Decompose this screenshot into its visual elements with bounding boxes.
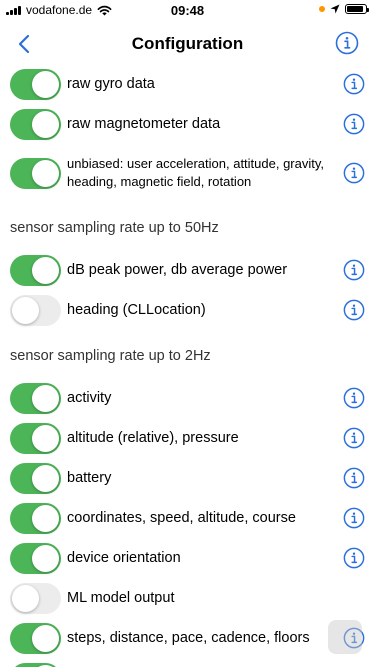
toggle-knob (12, 585, 39, 612)
toggle-knob (12, 297, 39, 324)
settings-row-heading: heading (CLLocation) (0, 290, 375, 330)
info-circle-icon (335, 31, 359, 55)
battery-icon (345, 4, 369, 14)
settings-row-coordinates: coordinates, speed, altitude, course (0, 498, 375, 538)
row-label: device orientation (67, 550, 181, 566)
toggle-switch[interactable] (10, 158, 61, 189)
info-circle-icon[interactable] (343, 113, 365, 135)
row-label: raw gyro data (67, 76, 155, 92)
toggle-knob (32, 465, 59, 492)
row-label: steps, distance, pace, cadence, floors (67, 630, 310, 646)
toggle-knob (32, 425, 59, 452)
toggle-knob (32, 625, 59, 652)
toggle-knob (32, 385, 59, 412)
row-label: heading (CLLocation) (67, 302, 206, 318)
row-label: dB peak power, db average power (67, 262, 288, 278)
settings-row-device-orientation: device orientation (0, 538, 375, 578)
toggle-switch[interactable] (10, 623, 61, 654)
toggle-knob (32, 257, 59, 284)
toggle-switch[interactable] (10, 503, 61, 534)
settings-list[interactable]: raw gyro data raw magnetometer data unbi… (0, 64, 375, 667)
toggle-switch[interactable] (10, 463, 61, 494)
settings-row-ml-model: ML model output (0, 578, 375, 618)
toggle-knob (32, 71, 59, 98)
toggle-switch[interactable] (10, 255, 61, 286)
info-circle-icon[interactable] (343, 162, 365, 184)
overlay-button[interactable] (328, 620, 362, 654)
settings-row-raw-magnetometer: raw magnetometer data (0, 104, 375, 144)
toggle-switch[interactable] (10, 109, 61, 140)
toggle-switch[interactable] (10, 383, 61, 414)
toggle-switch[interactable] (10, 295, 61, 326)
settings-row-activity: activity (0, 378, 375, 418)
toggle-switch[interactable] (10, 423, 61, 454)
toggle-knob (32, 111, 59, 138)
row-label: unbiased: user acceleration, attitude, g… (67, 156, 325, 189)
toggle-knob (32, 545, 59, 572)
toggle-knob (32, 505, 59, 532)
row-label: battery (67, 470, 112, 486)
info-circle-icon[interactable] (343, 467, 365, 489)
settings-row-raw-gyro: raw gyro data (0, 64, 375, 104)
status-right (319, 4, 369, 14)
settings-row-db-power: dB peak power, db average power (0, 250, 375, 290)
toggle-switch[interactable] (10, 543, 61, 574)
battery-level (347, 6, 364, 12)
location-arrow-icon (330, 4, 340, 14)
info-circle-icon[interactable] (343, 259, 365, 281)
section-header-2hz: sensor sampling rate up to 2Hz (10, 348, 211, 364)
toggle-knob (32, 160, 59, 187)
toggle-switch[interactable] (10, 663, 61, 667)
info-circle-icon[interactable] (343, 387, 365, 409)
row-label: altitude (relative), pressure (67, 430, 239, 446)
settings-row-altitude: altitude (relative), pressure (0, 418, 375, 458)
privacy-indicator-dot (319, 6, 325, 12)
settings-row-unbiased: unbiased: user acceleration, attitude, g… (0, 144, 375, 200)
info-circle-icon[interactable] (343, 299, 365, 321)
settings-row-partial (0, 658, 375, 667)
info-circle-icon[interactable] (343, 547, 365, 569)
settings-row-battery: battery (0, 458, 375, 498)
settings-row-steps: steps, distance, pace, cadence, floors (0, 618, 375, 658)
info-button[interactable] (335, 31, 359, 60)
page-title: Configuration (131, 34, 244, 53)
info-circle-icon[interactable] (343, 73, 365, 95)
row-label: ML model output (67, 590, 175, 606)
navigation-bar: Configuration (0, 24, 375, 64)
toggle-switch[interactable] (10, 69, 61, 100)
toggle-switch[interactable] (10, 583, 61, 614)
info-circle-icon[interactable] (343, 507, 365, 529)
status-bar: vodafone.de 09:48 (0, 0, 375, 24)
section-header-50hz: sensor sampling rate up to 50Hz (10, 220, 219, 236)
info-circle-icon[interactable] (343, 427, 365, 449)
row-label: coordinates, speed, altitude, course (67, 510, 296, 526)
row-label: activity (67, 390, 112, 406)
row-label: raw magnetometer data (67, 116, 221, 132)
